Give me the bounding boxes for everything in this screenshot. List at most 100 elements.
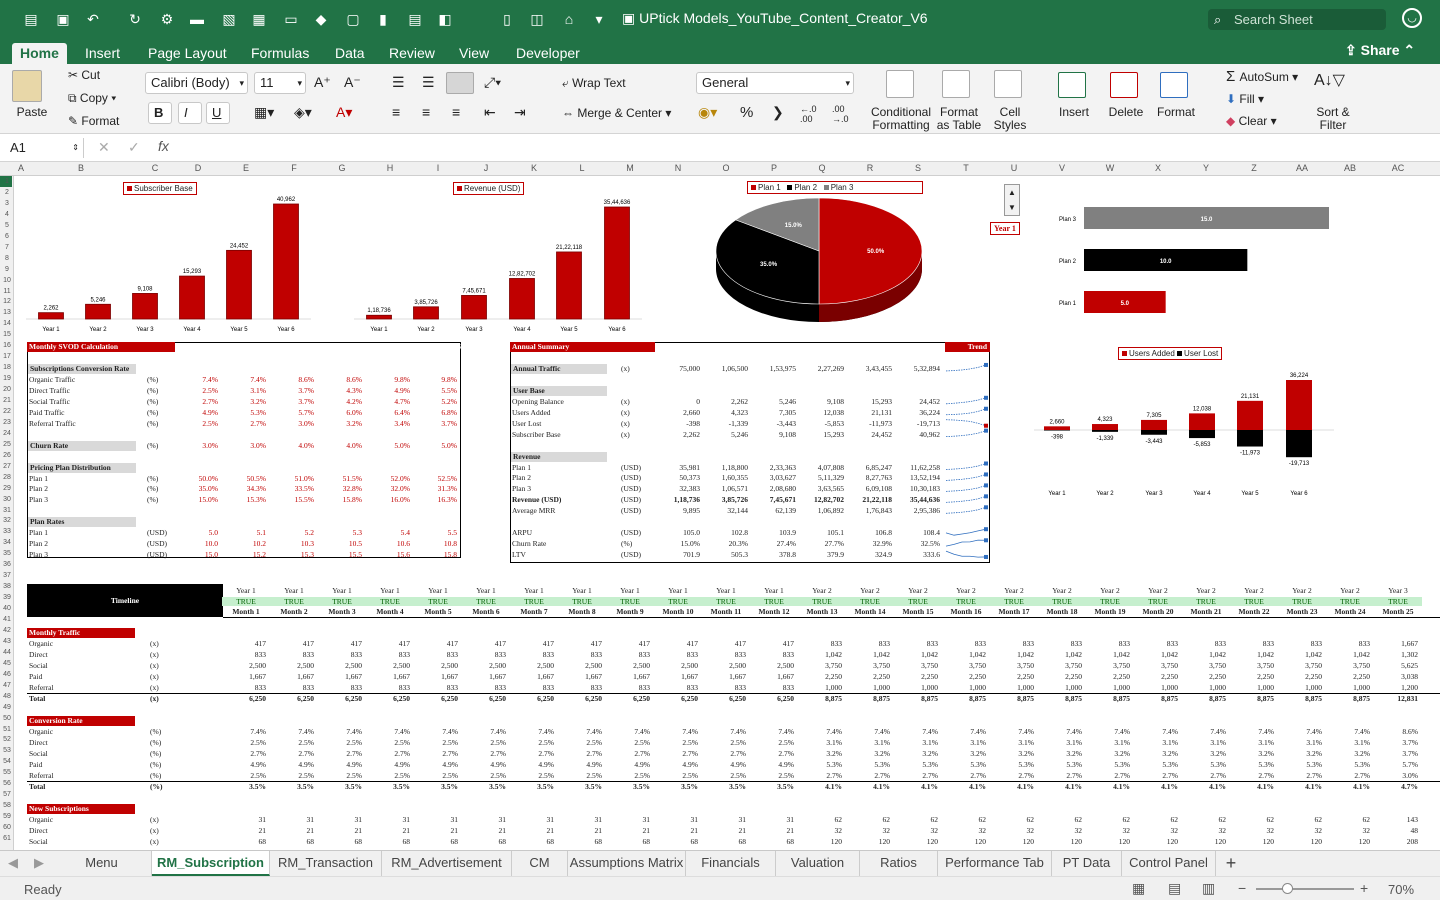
row-header[interactable]: 12 [0,298,14,305]
decrease-font-icon[interactable]: A⁻ [344,74,361,91]
zoom-in-icon[interactable]: + [1360,880,1368,896]
zoom-slider-thumb[interactable] [1282,883,1293,894]
font-color-icon[interactable]: A▾ [336,104,352,121]
column-header[interactable]: O [711,163,741,173]
column-header[interactable]: W [1095,163,1125,173]
formula-input[interactable] [185,138,1425,158]
tab-data[interactable]: Data [327,43,373,64]
conditional-formatting-icon[interactable] [886,70,914,98]
row-header[interactable]: 25 [0,441,14,448]
row-header[interactable]: 47 [0,682,14,689]
row-header[interactable]: 7 [0,244,14,251]
row-header[interactable]: 27 [0,463,14,470]
normal-view-icon[interactable]: ▦ [1132,880,1145,897]
currency-icon[interactable]: ◉▾ [698,104,717,121]
tab-page-layout[interactable]: Page Layout [140,43,235,64]
spin-down-icon[interactable]: ▼ [1008,203,1016,212]
row-header[interactable]: 60 [0,824,14,831]
format-as-table-button[interactable]: Format as Table [934,106,984,132]
row-header[interactable]: 23 [0,419,14,426]
row-header[interactable]: 44 [0,649,14,656]
increase-font-icon[interactable]: A⁺ [314,74,331,91]
spin-up-icon[interactable]: ▲ [1008,188,1016,197]
format-painter-button[interactable]: ✎ Format [68,114,119,128]
fill-button[interactable]: ⬇ Fill ▾ [1226,92,1264,106]
row-header[interactable]: 48 [0,693,14,700]
sheet-tab[interactable]: Ratios [860,851,938,876]
row-header[interactable]: 56 [0,780,14,787]
customize-icon[interactable]: ▾ [590,10,608,28]
row-header[interactable]: 22 [0,408,14,415]
align-top-icon[interactable]: ☰ [392,74,405,91]
format-cells-button[interactable]: Format [1152,106,1200,119]
align-middle-icon[interactable]: ☰ [422,74,435,91]
sheet-tab[interactable]: Assumptions Matrix [568,851,686,876]
bold-button[interactable]: B [148,102,172,124]
column-header[interactable]: AC [1383,163,1413,173]
column-header[interactable]: L [567,163,597,173]
toolbar-icon-9[interactable]: ◧ [436,10,454,28]
row-header[interactable]: 40 [0,605,14,612]
column-header[interactable]: G [327,163,357,173]
redo-icon[interactable]: ↻ [126,10,144,28]
row-header[interactable]: 59 [0,813,14,820]
row-header[interactable]: 57 [0,791,14,798]
row-header[interactable]: 1 [0,178,14,185]
row-header[interactable]: 36 [0,561,14,568]
column-header[interactable]: R [855,163,885,173]
column-header[interactable]: A [6,163,36,173]
column-header[interactable]: I [423,163,453,173]
row-header[interactable]: 38 [0,583,14,590]
tab-insert[interactable]: Insert [77,43,128,64]
format-cells-icon[interactable] [1160,72,1188,98]
column-header[interactable]: K [519,163,549,173]
column-header[interactable]: M [615,163,645,173]
tab-review[interactable]: Review [381,43,443,64]
row-header[interactable]: 61 [0,835,14,842]
row-header[interactable]: 11 [0,288,14,295]
sheet-tab[interactable]: Valuation [776,851,860,876]
year-spinner[interactable]: ▲ ▼ [1004,184,1020,216]
toolbar-icon-6[interactable]: ▢ [344,10,362,28]
insert-cells-button[interactable]: Insert [1050,106,1098,119]
column-header[interactable]: P [759,163,789,173]
toolbar-icon-7[interactable]: ▮ [374,10,392,28]
row-header[interactable]: 30 [0,496,14,503]
plan-distribution-pie-chart[interactable]: 50.0% 35.0% 15.0% [714,198,944,328]
tab-view[interactable]: View [451,43,497,64]
column-header[interactable]: D [183,163,213,173]
plan-rate-bar-chart[interactable]: 15.0 Plan 3 10.0 Plan 2 5.0 Plan 1 [1034,194,1334,319]
toolbar-icon-1[interactable]: ▬ [188,10,206,28]
share-button[interactable]: ⇪ Share ⌃ [1345,42,1415,59]
paste-button[interactable]: Paste [12,106,52,119]
home-icon[interactable]: ⌂ [560,10,578,28]
row-header[interactable]: 35 [0,550,14,557]
zoom-out-icon[interactable]: − [1238,880,1246,896]
row-header[interactable]: 21 [0,397,14,404]
row-header[interactable]: 54 [0,758,14,765]
row-header[interactable]: 29 [0,485,14,492]
sheet-tab[interactable]: Control Panel [1122,851,1216,876]
increase-indent-icon[interactable]: ⇥ [514,104,526,121]
row-header[interactable]: 2 [0,189,14,196]
tab-home[interactable]: Home [12,43,67,64]
save-icon[interactable]: ▣ [54,10,72,28]
delete-cells-button[interactable]: Delete [1102,106,1150,119]
row-header[interactable]: 13 [0,309,14,316]
column-header[interactable]: Z [1239,163,1269,173]
toolbar-icon-3[interactable]: ▦ [250,10,268,28]
number-format-select[interactable]: General ▾ [696,72,854,94]
row-header[interactable]: 17 [0,353,14,360]
paste-icon[interactable] [12,70,42,102]
toolbar-icon-10[interactable]: ▯ [498,10,516,28]
subscriber-base-chart[interactable]: 2,262 Year 1 5,246 Year 2 9,108 Year 3 15,293 Y… [24,191,324,336]
conditional-formatting-button[interactable]: Conditional Formatting [868,106,934,132]
column-header[interactable]: T [951,163,981,173]
worksheet-grid[interactable]: Subscriber Base 2,262 Year 1 5,246 Year 2 9,… [14,176,1440,850]
merge-center-button[interactable]: ⇔ Merge & Center ▾ [562,106,671,120]
row-header[interactable]: 53 [0,747,14,754]
row-header[interactable]: 19 [0,375,14,382]
toolbar-icon-5[interactable]: ◆ [312,10,330,28]
toolbar-icon-4[interactable]: ▭ [282,10,300,28]
next-sheet-icon[interactable]: ▶ [26,851,52,876]
